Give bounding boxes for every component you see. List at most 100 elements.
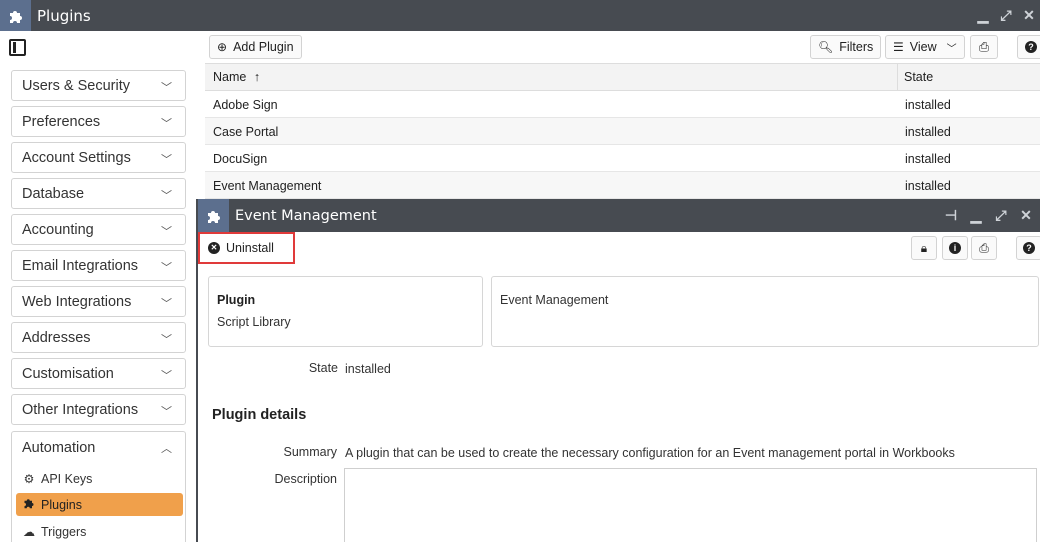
chevron-down-icon: ﹀ [161,298,172,310]
sidebar-section-database[interactable]: Database ﹀ [11,178,186,209]
uninstall-button[interactable]: ✕ Uninstall [204,237,278,259]
plugin-type-value: Script Library [217,315,291,329]
sidebar-item-label: Triggers [41,524,87,539]
sidebar-toggle-icon[interactable] [9,39,26,56]
sidebar-section-label: Account Settings [22,149,131,166]
table-row[interactable]: Adobe Sign installed [205,91,1040,118]
window-titlebar: Plugins ▁ ⤢ ✕ [0,0,1040,31]
gear-icon: ⚙ [23,471,35,486]
sidebar-section-label: Database [22,185,85,202]
print-icon: ⎙ [978,39,989,54]
maximize-icon[interactable]: ⤢ [993,207,1009,224]
lock-icon: 🔒︎ [920,240,928,255]
sidebar-section-other-integrations[interactable]: Other Integrations ﹀ [11,394,186,425]
plugin-name-value: Event Management [500,293,609,307]
maximize-icon[interactable]: ⤢ [999,7,1013,24]
info-icon: i [949,242,961,254]
row-state: installed [905,179,951,193]
filters-label: Filters [839,40,874,54]
help-icon: ? [1023,242,1035,254]
table-row[interactable]: DocuSign installed [205,145,1040,172]
sidebar-item-plugins[interactable]: Plugins [16,493,183,516]
print-button[interactable]: ⎙ [971,236,997,260]
sidebar-section-email-integrations[interactable]: Email Integrations ﹀ [11,250,186,281]
add-plugin-label: Add Plugin [233,40,294,54]
sidebar-section-label: Users & Security [22,77,130,94]
lock-button[interactable]: 🔒︎ [911,236,937,260]
description-label: Description [274,472,337,486]
chevron-down-icon: ﹀ [161,82,172,94]
sidebar-section-label: Preferences [22,113,101,130]
plugins-grid: Name ↑ State Adobe Sign installed Case Po… [205,63,1040,199]
info-button[interactable]: i [942,236,968,260]
sidebar-section-label: Accounting [22,221,94,238]
sidebar-section-account-settings[interactable]: Account Settings ﹀ [11,142,186,173]
view-dropdown[interactable]: ☰ View ﹀ [885,35,965,59]
sidebar-section-label: Automation [22,439,96,456]
sidebar-section-users-security[interactable]: Users & Security ﹀ [11,70,186,101]
row-state: installed [905,98,951,112]
sidebar-section-preferences[interactable]: Preferences ﹀ [11,106,186,137]
chevron-down-icon: ﹀ [946,43,957,55]
puzzle-icon [22,497,36,512]
record-window-title: Event Management [235,207,377,224]
view-label: View [909,40,937,54]
plus-circle-icon: ⊕ [217,40,228,54]
help-button[interactable]: ? [1016,236,1040,260]
table-row[interactable]: Event Management installed [205,172,1040,199]
column-header-name[interactable]: Name ↑ [213,70,260,84]
plugin-type-card: Plugin Script Library [208,276,483,347]
sidebar-section-label: Addresses [22,329,91,346]
uninstall-label: Uninstall [226,241,274,255]
list-icon: ☰ [893,40,904,54]
state-value: installed [345,362,391,376]
uninstall-highlight: ✕ Uninstall [198,232,295,264]
search-icon: 🔍︎ [818,40,834,54]
sidebar-item-api-keys[interactable]: ⚙ API Keys [16,467,183,490]
row-name: Event Management [213,179,322,193]
sidebar-section-automation: Automation ︿ ⚙ API Keys Plugins ☁ Trigge… [11,431,186,542]
sidebar-section-customisation[interactable]: Customisation ﹀ [11,358,186,389]
close-circle-icon: ✕ [208,242,220,254]
grid-header: Name ↑ State [205,63,1040,91]
puzzle-icon [0,0,31,31]
sidebar-item-triggers[interactable]: ☁ Triggers [16,520,183,542]
sidebar-section-label: Email Integrations [22,257,139,274]
summary-label: Summary [283,445,337,459]
add-plugin-button[interactable]: ⊕ Add Plugin [209,35,302,59]
window-title: Plugins [37,6,91,25]
table-row[interactable]: Case Portal installed [205,118,1040,145]
description-field[interactable] [344,468,1037,542]
row-name: Adobe Sign [213,98,278,112]
sidebar-section-label: Web Integrations [22,293,132,310]
row-state: installed [905,152,951,166]
column-divider [897,64,898,90]
sidebar-section-accounting[interactable]: Accounting ﹀ [11,214,186,245]
minimize-icon[interactable]: ▁ [968,207,984,224]
close-icon[interactable]: ✕ [1018,207,1034,224]
chevron-down-icon: ﹀ [161,226,172,238]
column-header-state[interactable]: State [904,70,933,84]
minimize-icon[interactable]: ▁ [976,7,990,24]
puzzle-icon [198,199,229,232]
sidebar-section-web-integrations[interactable]: Web Integrations ﹀ [11,286,186,317]
column-header-label: Name [213,70,247,84]
chevron-down-icon: ﹀ [161,154,172,166]
chevron-down-icon: ﹀ [161,262,172,274]
sidebar-section-automation-header[interactable]: Automation ︿ [12,432,185,463]
help-icon: ? [1025,41,1037,53]
print-button[interactable]: ⎙ [970,35,998,59]
filters-button[interactable]: 🔍︎ Filters [810,35,882,59]
summary-value: A plugin that can be used to create the … [345,446,955,460]
sidebar: Users & Security ﹀ Preferences ﹀ Account S… [0,31,197,542]
print-icon: ⎙ [979,240,989,255]
sidebar-section-addresses[interactable]: Addresses ﹀ [11,322,186,353]
close-icon[interactable]: ✕ [1022,7,1036,24]
sidebar-section-label: Other Integrations [22,401,139,418]
help-button[interactable]: ? [1017,35,1040,59]
state-label: State [308,361,338,375]
chevron-down-icon: ﹀ [161,118,172,130]
record-window-titlebar[interactable]: Event Management ⊣ ▁ ⤢ ✕ [198,199,1040,232]
sort-up-icon: ↑ [253,70,261,84]
pin-icon[interactable]: ⊣ [943,207,959,224]
